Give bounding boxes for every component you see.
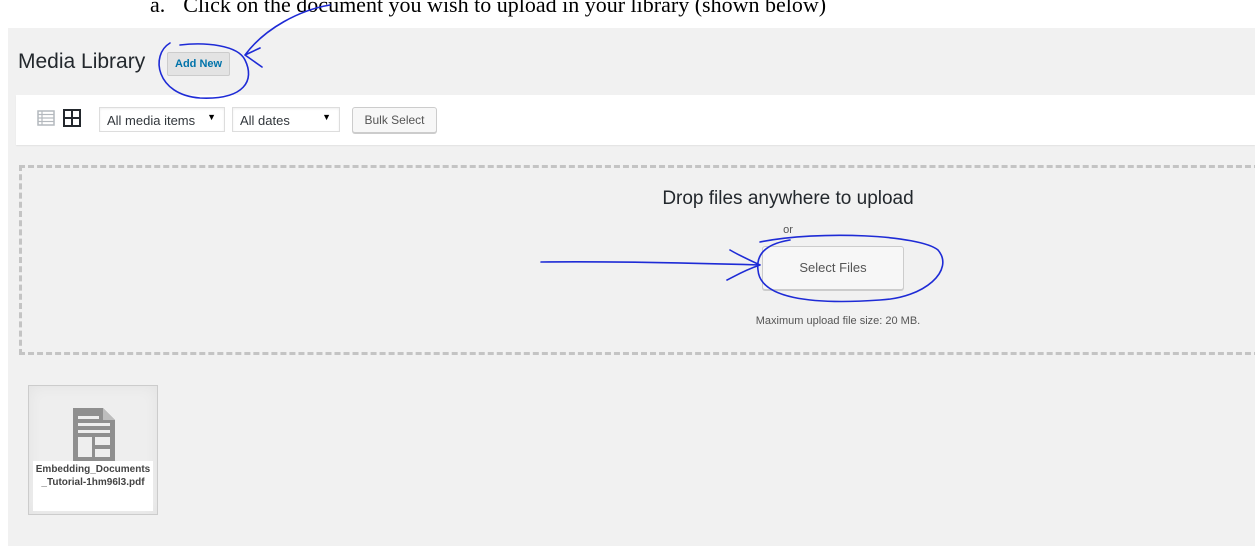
instruction-number: a. <box>150 0 166 17</box>
date-filter-value: All dates <box>240 113 290 128</box>
media-type-filter-value: All media items <box>107 113 196 128</box>
caret-down-icon: ▼ <box>207 112 216 122</box>
bulk-select-button[interactable]: Bulk Select <box>352 107 437 133</box>
drop-files-title: Drop files anywhere to upload <box>662 188 914 209</box>
attachment-filename: Embedding_Documents_Tutorial-1hm96l3.pdf <box>33 461 153 511</box>
instruction-text: Click on the document you wish to upload… <box>183 0 827 17</box>
document-instruction: a. Click on the document you wish to uplo… <box>150 0 826 18</box>
media-type-filter[interactable]: All media items ▼ <box>99 107 225 132</box>
document-icon <box>73 408 115 462</box>
max-upload-size-text: Maximum upload file size: 20 MB. <box>755 315 921 327</box>
add-new-button[interactable]: Add New <box>167 52 231 76</box>
list-view-icon[interactable] <box>37 109 55 127</box>
select-files-button[interactable]: Select Files <box>762 246 904 290</box>
media-toolbar: All media items ▼ All dates ▼ Bulk Selec… <box>16 95 1255 145</box>
date-filter[interactable]: All dates ▼ <box>232 107 340 132</box>
page-title: Media Library <box>18 50 146 73</box>
attachment-thumbnail[interactable]: Embedding_Documents_Tutorial-1hm96l3.pdf <box>28 385 158 515</box>
grid-view-icon[interactable] <box>63 109 81 127</box>
caret-down-icon: ▼ <box>322 112 331 122</box>
media-library-panel: Media Library Add New All media items ▼ … <box>8 28 1255 546</box>
or-text: or <box>783 224 793 236</box>
